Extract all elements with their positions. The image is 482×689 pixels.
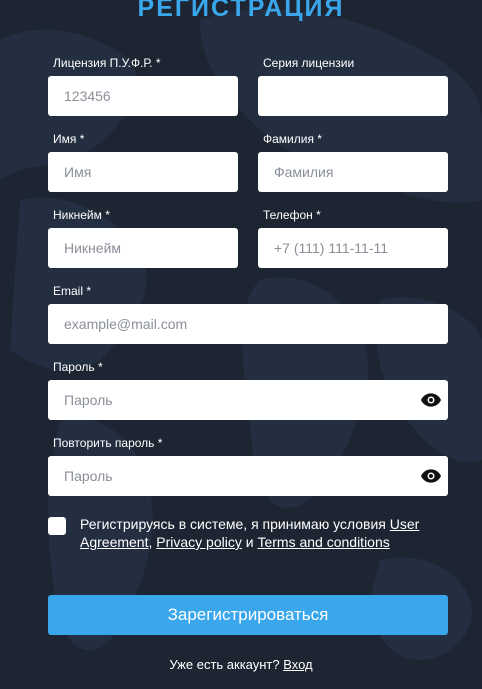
- phone-input[interactable]: [258, 228, 448, 268]
- license-label: Лицензия П.У.Ф.Р. *: [53, 56, 161, 70]
- page-title: РЕГИСТРАЦИЯ: [137, 0, 345, 22]
- email-input[interactable]: [48, 304, 448, 344]
- password-label: Пароль *: [53, 360, 103, 374]
- last-name-input[interactable]: [258, 152, 448, 192]
- login-prompt-text: Уже есть аккаунт?: [169, 657, 284, 672]
- terms-prefix: Регистрируясь в системе, я принимаю усло…: [80, 516, 390, 532]
- eye-icon[interactable]: [421, 469, 441, 483]
- nickname-label: Никнейм *: [53, 208, 110, 222]
- phone-label: Телефон *: [263, 208, 321, 222]
- first-name-label: Имя *: [53, 132, 85, 146]
- password-repeat-label: Повторить пароль *: [53, 436, 163, 450]
- password-repeat-input[interactable]: [48, 456, 448, 496]
- terms-conditions-link[interactable]: Terms and conditions: [257, 534, 389, 550]
- login-link[interactable]: Вход: [283, 657, 312, 672]
- register-button[interactable]: Зарегистрироваться: [48, 595, 448, 635]
- login-prompt: Уже есть аккаунт? Вход: [0, 657, 482, 672]
- nickname-input[interactable]: [48, 228, 238, 268]
- password-input[interactable]: [48, 380, 448, 420]
- license-input[interactable]: [48, 76, 238, 116]
- eye-icon[interactable]: [421, 393, 441, 407]
- terms-and: и: [241, 534, 258, 550]
- license-series-label: Серия лицензии: [263, 56, 355, 70]
- terms-text: Регистрируясь в системе, я принимаю усло…: [80, 515, 440, 551]
- first-name-input[interactable]: [48, 152, 238, 192]
- privacy-policy-link[interactable]: Privacy policy: [156, 534, 242, 550]
- last-name-label: Фамилия *: [263, 132, 322, 146]
- email-label: Email *: [53, 284, 92, 298]
- terms-checkbox[interactable]: [48, 517, 66, 535]
- license-series-input[interactable]: [258, 76, 448, 116]
